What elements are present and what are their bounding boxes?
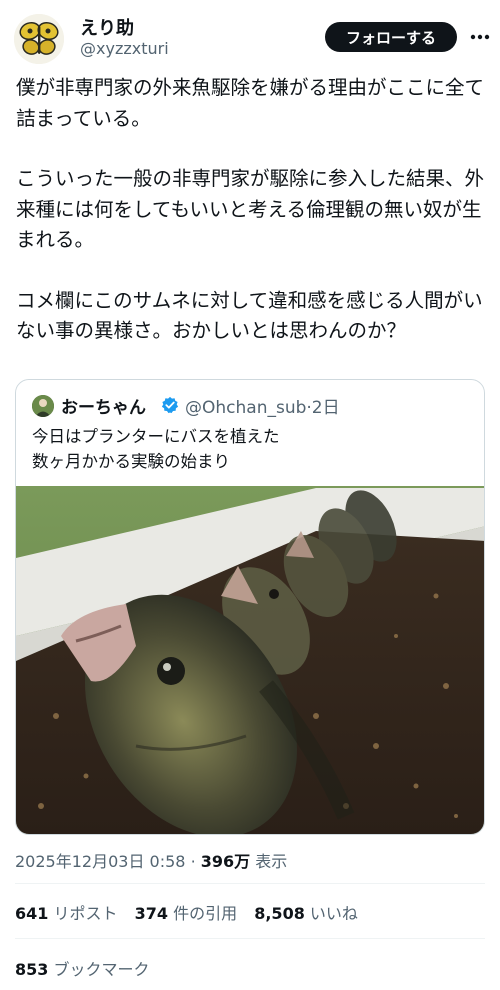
quoted-line: 数ヶ月かかる実験の始まり [32, 452, 230, 471]
quoted-photo-bass-in-planter[interactable] [16, 486, 485, 835]
reposts-count: 641 [15, 904, 49, 923]
quotes-label: 件の引用 [173, 904, 238, 923]
views-count: 396万 [200, 852, 251, 871]
quotes-count: 374 [134, 904, 169, 923]
quoted-author-name: おーちゃん [61, 398, 146, 418]
divider [15, 883, 485, 884]
likes-count: 8,508 [254, 904, 305, 923]
quoted-tweet-card[interactable]: おーちゃん @Ohchan_sub·2日 今日はプランターにバスを植えた 数ヶ月… [15, 379, 485, 835]
quoted-line: 今日はプランターにバスを植えた [32, 427, 280, 446]
tweet-paragraph: こういった一般の非専門家が駆除に参入した結果、外来種には何をしてもいいと考える倫… [16, 167, 485, 251]
quoted-author-handle-time: @Ohchan_sub·2日 [185, 393, 340, 418]
person-avatar-icon [32, 395, 54, 417]
quoted-handle: @Ohchan_sub [185, 398, 307, 418]
likes-stat[interactable]: 8,508 いいね [254, 900, 358, 924]
follow-button[interactable]: フォローする [325, 22, 457, 52]
more-options-button[interactable] [468, 22, 492, 52]
separator-dot: · [190, 852, 196, 871]
engagement-stats: 641 リポスト 374 件の引用 8,508 いいね [15, 900, 370, 924]
quoted-time: 2日 [311, 398, 340, 418]
butterfly-avatar-icon [14, 14, 64, 64]
tweet-timestamp[interactable]: 2025年12月03日 0:58 [15, 852, 185, 871]
author-display-name[interactable]: えり助 [80, 14, 134, 40]
tweet-paragraph: 僕が非専門家の外来魚駆除を嫌がる理由がここに全て詰まっている。 [16, 76, 485, 130]
author-avatar[interactable] [14, 14, 64, 64]
tweet-meta: 2025年12月03日 0:58 · 396万 表示 [15, 848, 287, 872]
quotes-stat[interactable]: 374 件の引用 [135, 900, 238, 924]
author-handle[interactable]: @xyzzxturi [80, 39, 169, 58]
views-label: 表示 [255, 852, 288, 871]
bookmarks-count: 853 [15, 960, 49, 979]
reposts-label: リポスト [53, 904, 118, 923]
tweet-text: 僕が非専門家の外来魚駆除を嫌がる理由がここに全て詰まっている。 こういった一般の… [16, 73, 488, 347]
verified-badge-icon [161, 396, 179, 414]
divider [15, 938, 485, 939]
bookmarks-stat[interactable]: 853 ブックマーク [15, 956, 150, 980]
reposts-stat[interactable]: 641 リポスト [15, 900, 118, 924]
quoted-tweet-text: 今日はプランターにバスを植えた 数ヶ月かかる実験の始まり [32, 424, 472, 474]
tweet-paragraph: コメ欄にこのサムネに対して違和感を感じる人間がいない事の異様さ。おかしいとは思わ… [16, 288, 483, 343]
quoted-author-avatar [32, 395, 54, 417]
likes-label: いいね [309, 904, 358, 923]
more-icon [470, 34, 490, 40]
bookmarks-label: ブックマーク [53, 960, 150, 979]
